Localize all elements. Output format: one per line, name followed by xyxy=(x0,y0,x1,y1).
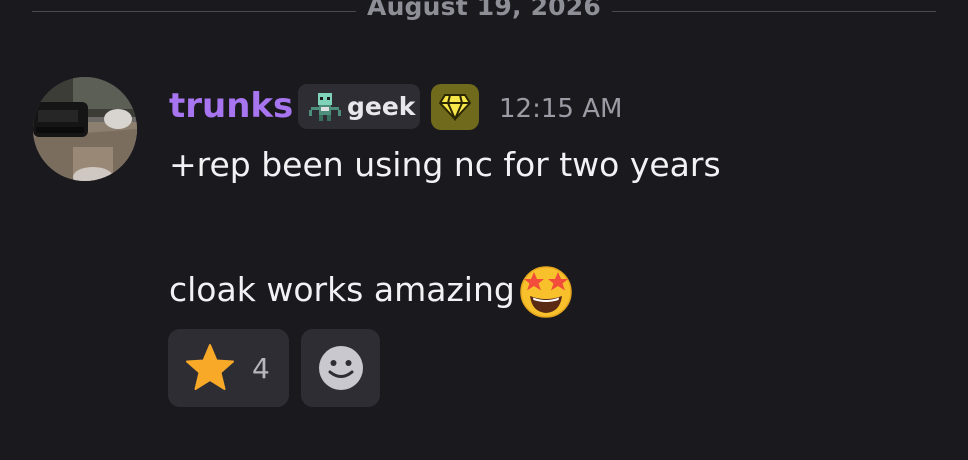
server-tag[interactable]: geek xyxy=(298,84,420,129)
date-divider: August 19, 2026 xyxy=(0,0,968,26)
add-reaction-icon xyxy=(318,346,363,390)
tag-label: geek xyxy=(347,92,416,121)
message-text: cloak works amazing xyxy=(169,270,515,309)
nitro-badge[interactable] xyxy=(431,84,479,130)
star-reaction-button[interactable]: 4 xyxy=(168,329,289,407)
chat-message-view: August 19, 2026 trunks geek 12:15 AM +re… xyxy=(0,0,968,460)
gem-icon xyxy=(439,94,471,121)
star-icon xyxy=(186,344,234,390)
divider-line xyxy=(32,11,356,12)
avatar[interactable] xyxy=(33,77,137,181)
avatar-image xyxy=(33,77,137,181)
message-text-line: cloak works amazing xyxy=(169,262,574,318)
alien-icon xyxy=(309,92,341,121)
username[interactable]: trunks xyxy=(169,86,293,126)
add-reaction-button[interactable] xyxy=(301,329,380,407)
message-timestamp[interactable]: 12:15 AM xyxy=(499,92,622,126)
star-struck-emoji xyxy=(520,266,572,318)
message-text: +rep been using nc for two years xyxy=(169,145,721,184)
date-divider-label: August 19, 2026 xyxy=(367,0,601,21)
reaction-count: 4 xyxy=(252,351,270,385)
divider-line xyxy=(612,11,936,12)
